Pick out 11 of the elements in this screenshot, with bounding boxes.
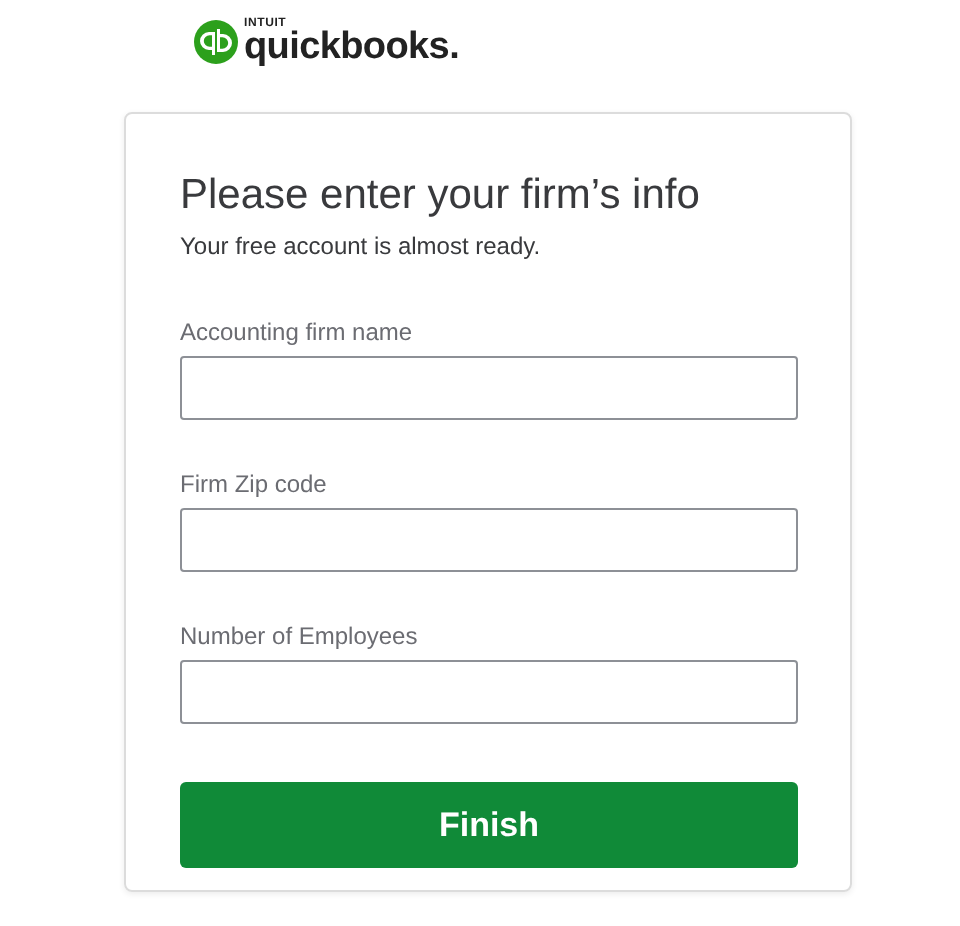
input-field[interactable] — [180, 660, 798, 724]
field-label: Number of Employees — [180, 622, 418, 652]
form-subtitle: Your free account is almost ready. — [180, 232, 543, 262]
logo-icon — [194, 19, 238, 63]
product-name: quickbooks. — [244, 27, 460, 65]
input-field[interactable] — [180, 508, 798, 572]
field-label: Accounting firm name — [180, 318, 413, 348]
field-label: Firm Zip code — [180, 470, 327, 500]
form-title: Please enter your firm’s info — [180, 170, 702, 222]
input-field[interactable] — [180, 356, 798, 420]
finish-button[interactable]: Finish — [180, 782, 798, 868]
